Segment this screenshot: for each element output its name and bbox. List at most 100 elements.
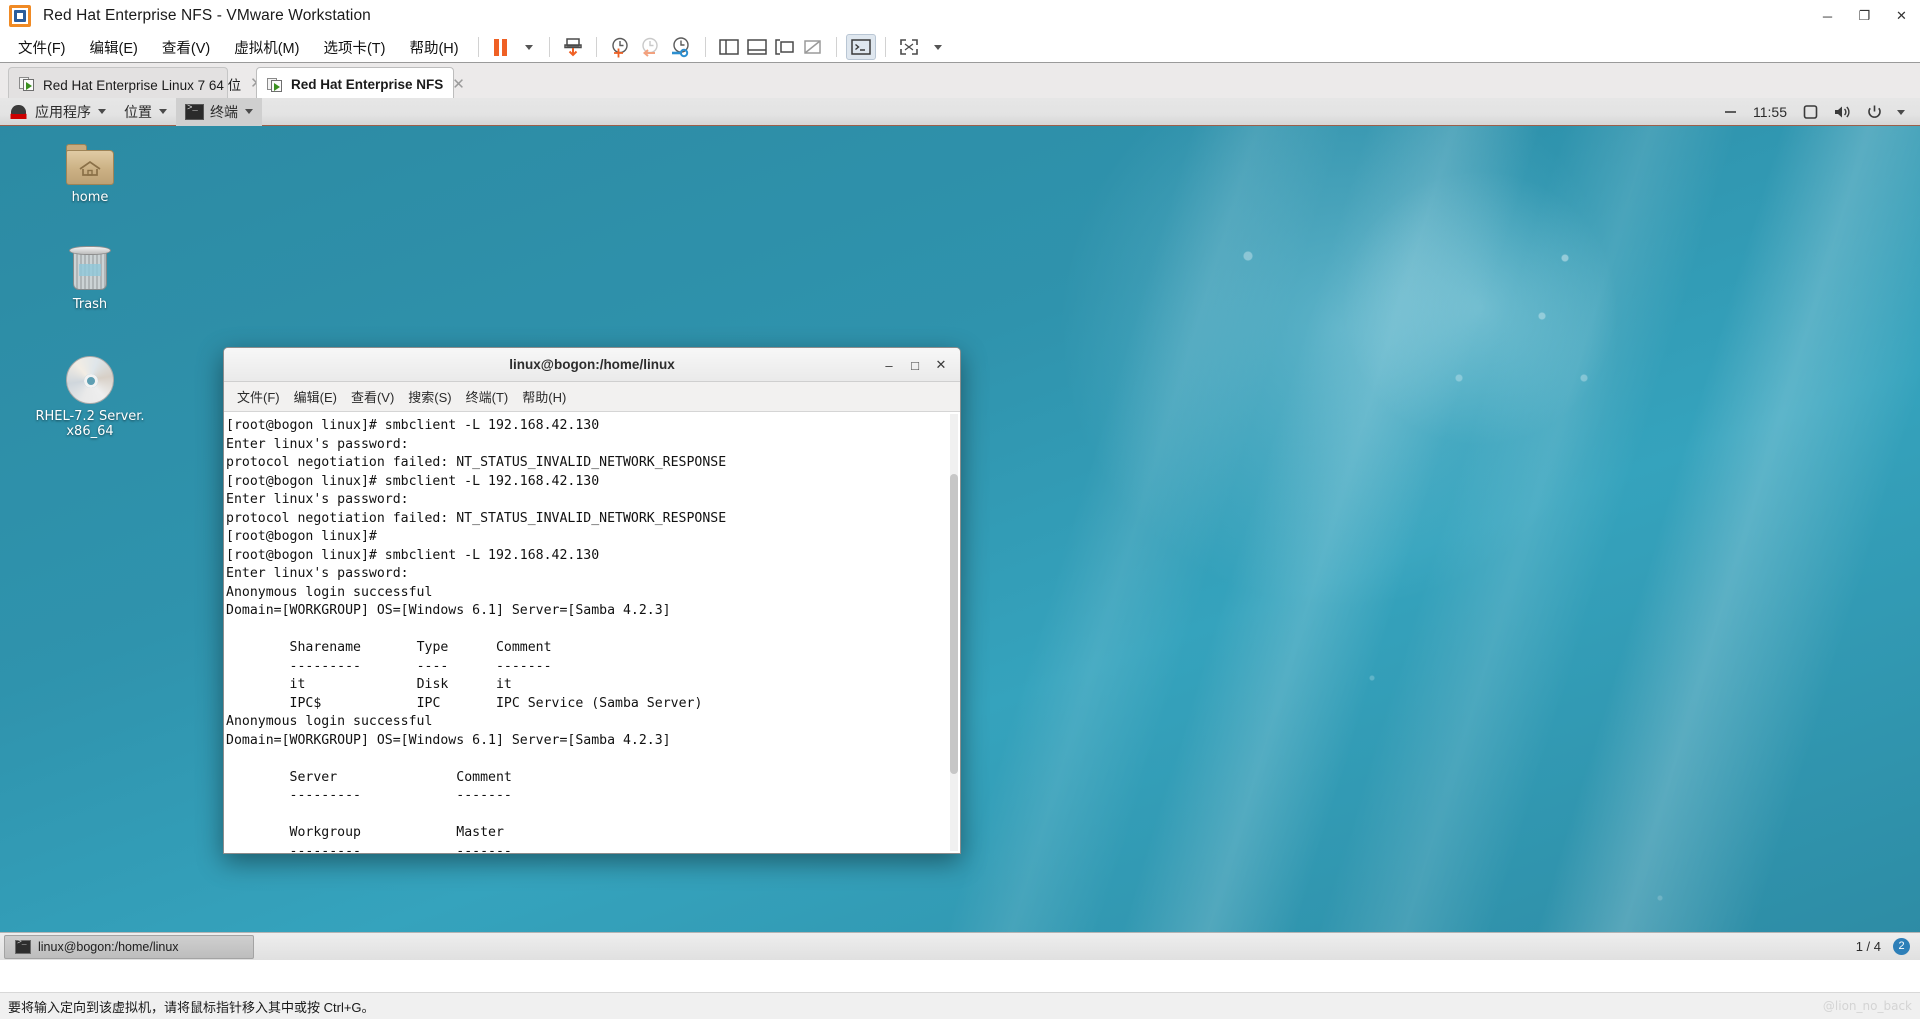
- terminal-menu-search[interactable]: 搜索(S): [401, 384, 458, 409]
- redhat-logo-icon: [9, 104, 28, 119]
- tab-rhel7-64[interactable]: Red Hat Enterprise Linux 7 64 位 ✕: [8, 67, 263, 99]
- tab-label: Red Hat Enterprise NFS: [291, 76, 444, 92]
- toolbar-separator: [884, 37, 886, 57]
- terminal-scrollbar[interactable]: [950, 414, 958, 851]
- unity-mode-icon[interactable]: [845, 34, 876, 60]
- vmware-status-right: @lion_no_back: [1823, 999, 1912, 1013]
- toolbar-separator: [704, 37, 706, 57]
- dropdown-caret-icon[interactable]: [514, 34, 540, 60]
- taskbar-window-label: linux@bogon:/home/linux: [38, 939, 179, 954]
- power-icon[interactable]: [1859, 104, 1890, 120]
- workspace-badge[interactable]: 2: [1893, 937, 1910, 955]
- menu-vm[interactable]: 虚拟机(M): [224, 34, 309, 61]
- vmware-logo-icon: [9, 5, 31, 27]
- window-minimize-button[interactable]: ─: [1809, 0, 1846, 32]
- terminal-titlebar: linux@bogon:/home/linux – □ ✕: [224, 348, 960, 382]
- menu-view[interactable]: 查看(V): [152, 34, 220, 61]
- window-title: Red Hat Enterprise NFS - VMware Workstat…: [43, 7, 371, 24]
- toolbar-separator: [595, 37, 597, 57]
- terminal-menu-view[interactable]: 查看(V): [344, 384, 401, 409]
- desktop-icon-rhel-iso[interactable]: RHEL-7.2 Server. x86_64: [20, 356, 160, 439]
- vmware-status-hint: 要将输入定向到该虚拟机，请将鼠标指针移入其中或按 Ctrl+G。: [8, 999, 375, 1015]
- toolbar-separator: [835, 37, 837, 57]
- vm-tab-icon: [19, 76, 36, 91]
- terminal-maximize-button[interactable]: □: [902, 352, 928, 378]
- menu-tabs[interactable]: 选项卡(T): [313, 34, 395, 61]
- suspend-icon[interactable]: [488, 34, 514, 60]
- gnome-terminal-label: 终端: [210, 103, 238, 120]
- taskbar-window-button-terminal[interactable]: linux@bogon:/home/linux: [4, 934, 254, 959]
- fullscreen-dropdown-caret-icon[interactable]: [923, 34, 949, 60]
- terminal-icon: [185, 103, 204, 120]
- menu-help[interactable]: 帮助(H): [399, 34, 468, 61]
- terminal-close-button[interactable]: ✕: [928, 352, 954, 378]
- tab-rhel-nfs[interactable]: Red Hat Enterprise NFS ✕: [256, 67, 465, 100]
- window-controls: ─ ❐ ✕: [1809, 0, 1920, 32]
- toolbar-separator: [548, 37, 550, 57]
- folder-icon: [66, 144, 114, 185]
- vmware-workstation-window: Red Hat Enterprise NFS - VMware Workstat…: [0, 0, 1920, 1019]
- chevron-down-icon: [159, 109, 167, 114]
- show-console-view-icon[interactable]: [771, 34, 799, 60]
- toolbar-separator: [477, 37, 479, 57]
- chevron-down-icon: [245, 109, 253, 114]
- gnome-panel-status-area: 11:55: [1716, 98, 1920, 126]
- wallpaper-glow: [1330, 158, 1630, 458]
- display-icon[interactable]: [1795, 104, 1826, 120]
- snapshot-take-icon[interactable]: [606, 34, 636, 60]
- trash-icon: [68, 246, 112, 292]
- tab-close-icon[interactable]: ✕: [452, 77, 465, 92]
- gnome-bottom-panel: linux@bogon:/home/linux 1 / 4 2: [0, 932, 1920, 960]
- gnome-clock[interactable]: 11:55: [1745, 104, 1795, 120]
- terminal-minimize-button[interactable]: –: [876, 352, 902, 378]
- power-on-guest-icon[interactable]: [559, 34, 587, 60]
- chevron-down-icon: [98, 109, 106, 114]
- desktop-icon-label: RHEL-7.2 Server. x86_64: [35, 409, 145, 439]
- terminal-window-controls: – □ ✕: [876, 348, 954, 382]
- volume-icon[interactable]: [1826, 104, 1859, 120]
- cd-icon: [66, 356, 114, 404]
- vm-tab-strip: Red Hat Enterprise Linux 7 64 位 ✕ Red Ha…: [0, 62, 1920, 100]
- menu-file[interactable]: 文件(F): [8, 34, 76, 61]
- terminal-title: linux@bogon:/home/linux: [509, 357, 675, 372]
- workspace-indicator[interactable]: 1 / 4: [1856, 939, 1881, 954]
- gnome-applications-label: 应用程序: [35, 103, 91, 120]
- desktop-icon-home[interactable]: home: [32, 144, 148, 205]
- show-left-sidebar-icon[interactable]: [715, 34, 743, 60]
- terminal-menu-file[interactable]: 文件(F): [230, 384, 287, 409]
- menu-edit[interactable]: 编辑(E): [80, 34, 148, 61]
- terminal-icon: [15, 938, 31, 954]
- window-close-button[interactable]: ✕: [1883, 0, 1920, 32]
- gnome-places-label: 位置: [124, 103, 152, 120]
- snapshot-manager-icon[interactable]: [666, 34, 696, 60]
- gnome-places-menu[interactable]: 位置: [115, 98, 176, 126]
- snapshot-revert-icon[interactable]: [636, 34, 666, 60]
- gnome-terminal-menu[interactable]: 终端: [176, 98, 262, 126]
- terminal-output-area[interactable]: [root@bogon linux]# smbclient -L 192.168…: [224, 413, 960, 853]
- fullscreen-icon[interactable]: [895, 34, 923, 60]
- window-titlebar: Red Hat Enterprise NFS - VMware Workstat…: [0, 0, 1920, 32]
- show-bottom-panel-icon[interactable]: [743, 34, 771, 60]
- guest-os-screen[interactable]: 应用程序 位置 终端 11:55: [0, 98, 1920, 960]
- hide-panel-icon[interactable]: [799, 34, 827, 60]
- terminal-output-text: [root@bogon linux]# smbclient -L 192.168…: [226, 418, 727, 853]
- gnome-workspace-area: 1 / 4 2: [1856, 932, 1920, 960]
- tab-label: Red Hat Enterprise Linux 7 64 位: [43, 77, 242, 93]
- terminal-menu-help[interactable]: 帮助(H): [515, 384, 573, 409]
- chevron-down-icon[interactable]: [1890, 109, 1912, 115]
- watermark-text: @lion_no_back: [1822, 999, 1912, 1013]
- window-maximize-button[interactable]: ❐: [1846, 0, 1883, 32]
- gnome-applications-menu[interactable]: 应用程序: [0, 98, 115, 126]
- desktop-icon-label: Trash: [72, 297, 108, 312]
- minimize-indicator-icon: [1716, 107, 1745, 117]
- terminal-menu-edit[interactable]: 编辑(E): [287, 384, 344, 409]
- gnome-terminal-window[interactable]: linux@bogon:/home/linux – □ ✕ 文件(F) 编辑(E…: [223, 347, 961, 854]
- terminal-menubar: 文件(F) 编辑(E) 查看(V) 搜索(S) 终端(T) 帮助(H): [224, 382, 960, 412]
- vm-tab-icon: [267, 77, 284, 92]
- desktop-icon-trash[interactable]: Trash: [32, 246, 148, 312]
- terminal-menu-terminal[interactable]: 终端(T): [459, 384, 516, 409]
- desktop-icon-label: home: [71, 190, 109, 205]
- vmware-status-bar: 要将输入定向到该虚拟机，请将鼠标指针移入其中或按 Ctrl+G。 @lion_n…: [0, 992, 1920, 1019]
- gnome-top-panel: 应用程序 位置 终端 11:55: [0, 98, 1920, 126]
- terminal-scrollbar-thumb[interactable]: [950, 474, 958, 774]
